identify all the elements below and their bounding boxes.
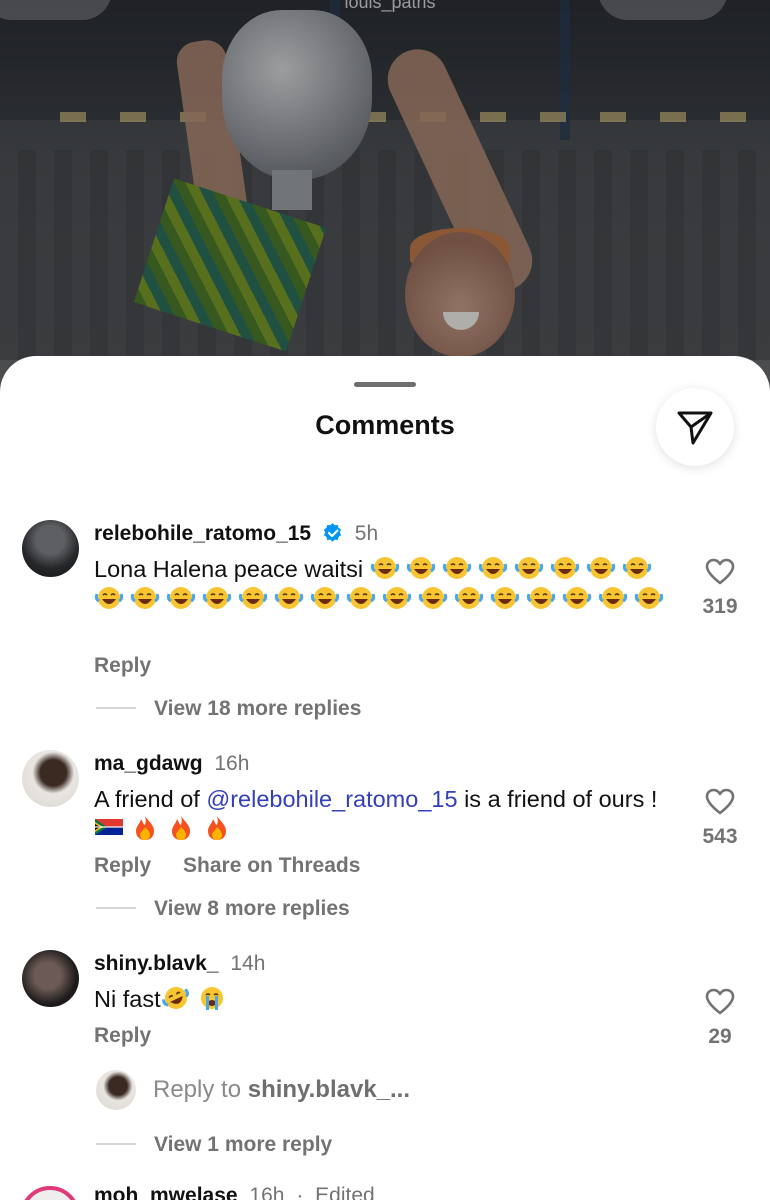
avatar[interactable]: [22, 520, 79, 577]
mention-link[interactable]: @relebohile_ratomo_15: [206, 786, 457, 812]
heart-icon[interactable]: [705, 788, 735, 815]
comment-text: Lona Halena peace waitsi: [94, 556, 364, 582]
comment-text: is a friend of ours !: [457, 786, 658, 812]
like-block: 29: [696, 988, 744, 1049]
fire-emoji-icon: [208, 816, 226, 840]
face-with-tears-of-joy-emoji-icon: [442, 557, 471, 579]
comment-time: 5h: [354, 522, 379, 545]
comment-text: A friend of: [94, 786, 207, 812]
like-count: 543: [702, 825, 738, 848]
face-with-tears-of-joy-emoji-icon: [274, 587, 304, 609]
avatar-story-ring[interactable]: [20, 1186, 80, 1200]
face-with-tears-of-joy-emoji-icon: [310, 587, 340, 609]
face-with-tears-of-joy-emoji-icon: [514, 557, 543, 579]
heart-icon[interactable]: [705, 988, 735, 1015]
face-with-tears-of-joy-emoji-icon: [94, 587, 124, 609]
share-button[interactable]: [656, 388, 734, 466]
emoji-group: [161, 986, 233, 1012]
comment-username[interactable]: shiny.blavk_: [94, 952, 219, 975]
reply-button[interactable]: Reply: [94, 654, 151, 677]
avatar[interactable]: [22, 950, 79, 1007]
thread-line: [96, 707, 136, 709]
reply-to-user: shiny.blavk_...: [247, 1076, 411, 1103]
thread-line: [96, 1143, 136, 1145]
avatar[interactable]: [22, 750, 79, 807]
view-replies-button[interactable]: View 1 more reply: [96, 1133, 332, 1157]
comment-time: 16h: [214, 752, 250, 775]
like-count: 319: [702, 595, 738, 618]
comment-text-block: A friend of @relebohile_ratomo_15 is a f…: [94, 784, 674, 844]
own-avatar: [96, 1070, 136, 1110]
reply-to-prefix: Reply to: [153, 1076, 248, 1103]
thread-line: [96, 907, 136, 909]
like-block: 319: [696, 558, 744, 619]
view-replies-label: View 1 more reply: [154, 1133, 333, 1156]
comment-time: 14h: [230, 952, 266, 975]
comments-sheet: Comments relebohile_ratomo_15 5h Lona Ha…: [0, 356, 770, 1200]
face-with-tears-of-joy-emoji-icon: [562, 587, 592, 609]
like-block: 543: [696, 788, 744, 849]
post-photo-background: louis_patris: [0, 0, 770, 400]
comment-text-block: Lona Halena peace waitsi: [94, 554, 674, 614]
comment-username[interactable]: ma_gdawg: [94, 752, 203, 775]
face-with-tears-of-joy-emoji-icon: [238, 587, 268, 609]
face-with-tears-of-joy-emoji-icon: [490, 587, 520, 609]
sheet-grabber[interactable]: [354, 382, 416, 387]
face-with-tears-of-joy-emoji-icon: [550, 557, 579, 579]
face-with-tears-of-joy-emoji-icon: [370, 557, 399, 579]
comment-text: Ni fast: [94, 986, 161, 1012]
face-with-tears-of-joy-emoji-icon: [526, 587, 556, 609]
reply-button[interactable]: Reply: [94, 1024, 151, 1047]
comment-time: 16h: [249, 1184, 285, 1200]
like-count: 29: [708, 1025, 732, 1048]
face-with-tears-of-joy-emoji-icon: [406, 557, 435, 579]
face-with-tears-of-joy-emoji-icon: [418, 587, 448, 609]
dim-overlay: [0, 0, 770, 400]
face-with-tears-of-joy-emoji-icon: [622, 557, 651, 579]
view-replies-label: View 18 more replies: [154, 697, 362, 720]
face-with-tears-of-joy-emoji-icon: [454, 587, 484, 609]
comment-text-block: Ni fast: [94, 984, 674, 1014]
comment-username[interactable]: moh_mwelase: [94, 1184, 238, 1200]
emoji-group: [94, 816, 238, 842]
rolling-on-the-floor-laughing-emoji-icon: [161, 987, 189, 1009]
face-with-tears-of-joy-emoji-icon: [586, 557, 615, 579]
face-with-tears-of-joy-emoji-icon: [634, 587, 664, 609]
fire-emoji-icon: [136, 816, 154, 840]
view-replies-label: View 8 more replies: [154, 897, 350, 920]
fire-emoji-icon: [172, 816, 190, 840]
top-right-button[interactable]: [598, 0, 728, 20]
edited-label: Edited: [315, 1184, 375, 1200]
comment-username[interactable]: relebohile_ratomo_15: [94, 522, 311, 545]
face-with-tears-of-joy-emoji-icon: [478, 557, 507, 579]
face-with-tears-of-joy-emoji-icon: [598, 587, 628, 609]
heart-icon[interactable]: [705, 558, 735, 585]
view-replies-button[interactable]: View 8 more replies: [96, 897, 350, 921]
face-with-tears-of-joy-emoji-icon: [382, 587, 412, 609]
share-on-threads-button[interactable]: Share on Threads: [183, 854, 360, 877]
loudly-crying-face-emoji-icon: [200, 987, 223, 1010]
verified-badge-icon: [323, 523, 341, 542]
post-owner-label[interactable]: louis_patris: [320, 0, 460, 13]
face-with-tears-of-joy-emoji-icon: [346, 587, 376, 609]
paper-plane-icon: [677, 411, 713, 445]
face-with-tears-of-joy-emoji-icon: [130, 587, 160, 609]
face-with-tears-of-joy-emoji-icon: [166, 587, 196, 609]
sheet-title: Comments: [315, 410, 455, 440]
flag-south-africa-emoji-icon: [95, 819, 123, 835]
reply-button[interactable]: Reply: [94, 854, 151, 877]
view-replies-button[interactable]: View 18 more replies: [96, 697, 361, 721]
face-with-tears-of-joy-emoji-icon: [202, 587, 232, 609]
